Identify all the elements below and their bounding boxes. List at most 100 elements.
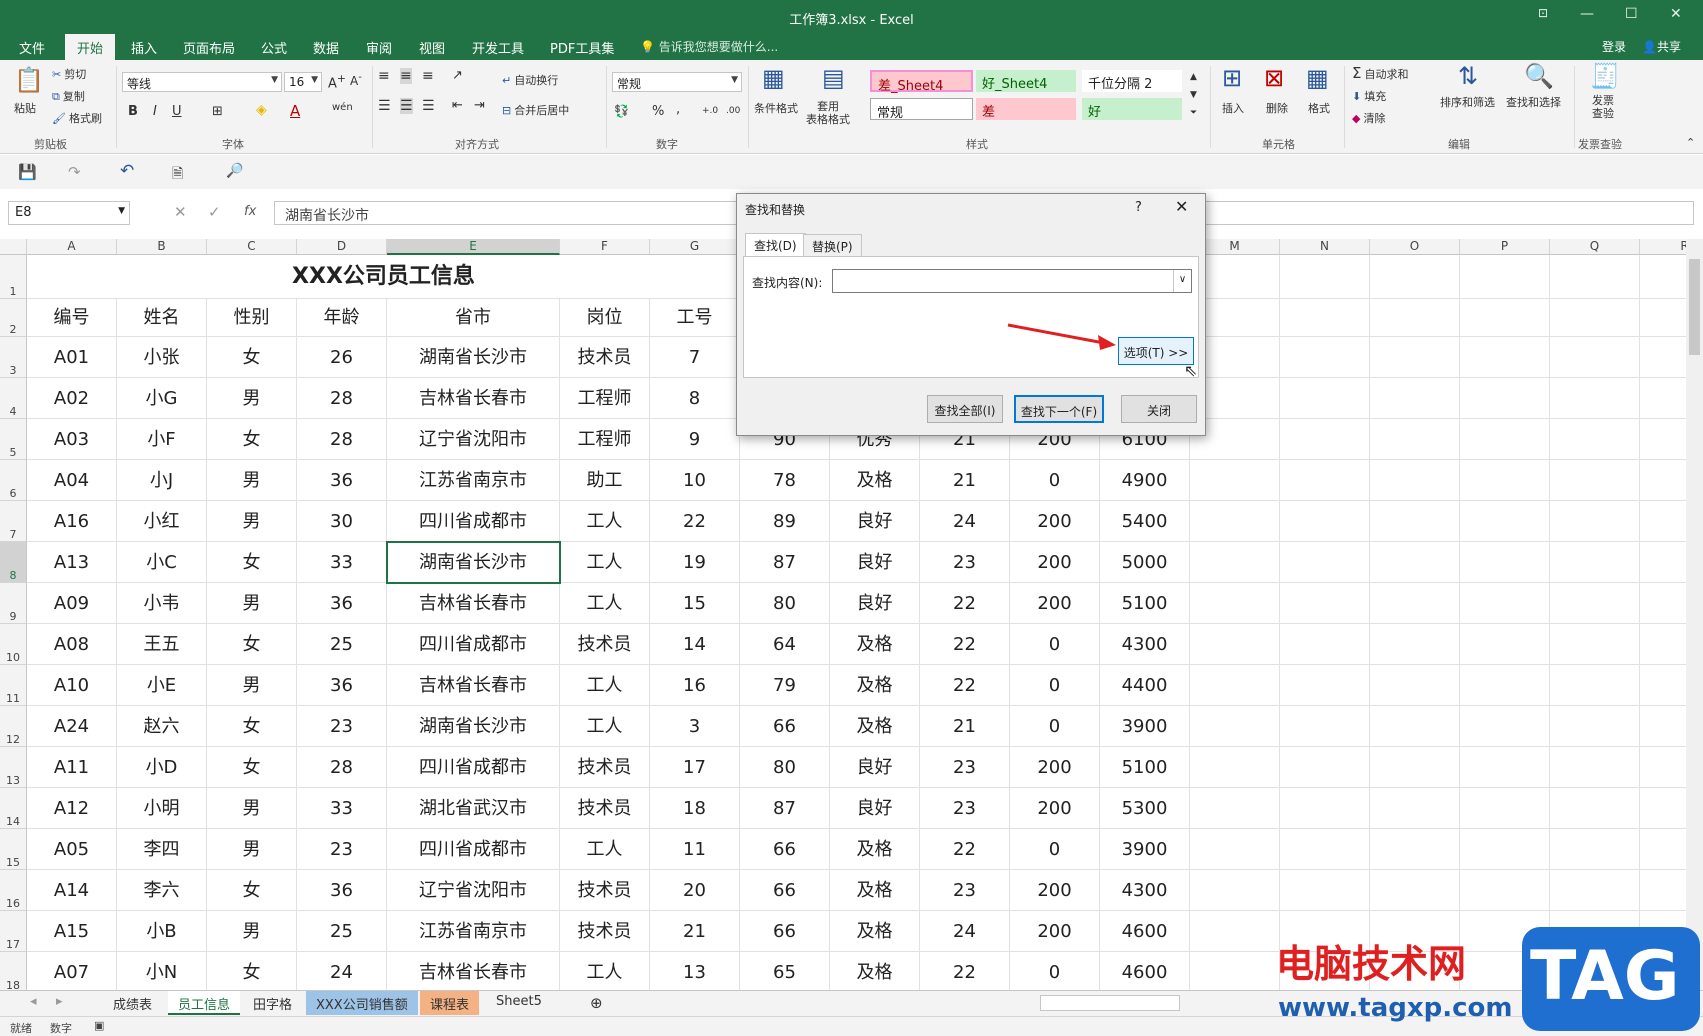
table-cell[interactable]: 24 — [920, 911, 1010, 952]
table-cell[interactable]: 200 — [1010, 501, 1100, 542]
align-top-icon[interactable]: ≡ — [378, 68, 390, 84]
table-cell[interactable]: 湖南省长沙市 — [387, 542, 560, 583]
tab-view[interactable]: 视图 — [419, 38, 445, 57]
table-cell[interactable]: 吉林省长春市 — [387, 665, 560, 706]
table-cell[interactable]: 22 — [920, 624, 1010, 665]
column-header[interactable]: P — [1460, 239, 1550, 255]
styles-scroll-icon[interactable]: ▲ ▼ ⏷ — [1190, 68, 1197, 122]
table-cell[interactable]: 工人 — [560, 501, 650, 542]
table-cell[interactable] — [1190, 788, 1280, 829]
table-cell[interactable] — [1280, 870, 1370, 911]
table-cell[interactable]: A09 — [27, 583, 117, 624]
undo-icon[interactable]: ↶ — [120, 161, 134, 181]
vertical-scrollbar[interactable] — [1686, 239, 1703, 990]
table-cell[interactable]: 及格 — [830, 706, 920, 747]
insert-cells-icon[interactable]: ⊞ — [1222, 64, 1242, 92]
table-cell[interactable]: 13 — [650, 952, 740, 990]
scrollbar-thumb[interactable] — [1689, 259, 1700, 355]
select-all-corner[interactable] — [0, 239, 27, 255]
table-cell[interactable]: 4300 — [1100, 624, 1190, 665]
column-header[interactable]: C — [207, 239, 297, 255]
conditional-format-icon[interactable]: ▦ — [762, 64, 785, 92]
row-header[interactable]: 6 — [0, 460, 27, 501]
table-cell[interactable]: 65 — [740, 952, 830, 990]
tab-home[interactable]: 开始 — [65, 34, 116, 60]
table-cell[interactable]: 25 — [297, 624, 387, 665]
row-header[interactable]: 4 — [0, 378, 27, 419]
format-cells-icon[interactable]: ▦ — [1306, 64, 1329, 92]
table-cell[interactable]: 男 — [207, 501, 297, 542]
table-cell[interactable]: 78 — [740, 460, 830, 501]
table-cell[interactable]: 工人 — [560, 542, 650, 583]
table-cell[interactable]: A01 — [27, 337, 117, 378]
table-header-cell[interactable]: 省市 — [387, 299, 560, 337]
row-header[interactable]: 14 — [0, 788, 27, 829]
increase-indent-icon[interactable]: ⇥ — [474, 98, 485, 113]
table-cell[interactable] — [1460, 829, 1550, 870]
table-cell[interactable]: 江苏省南京市 — [387, 460, 560, 501]
table-cell[interactable]: 男 — [207, 583, 297, 624]
table-cell[interactable]: 技术员 — [560, 911, 650, 952]
table-cell[interactable] — [1190, 542, 1280, 583]
row-header[interactable]: 16 — [0, 870, 27, 911]
column-header[interactable]: O — [1370, 239, 1460, 255]
table-cell[interactable] — [1370, 255, 1460, 299]
table-cell[interactable]: 8 — [650, 378, 740, 419]
horizontal-scrollbar[interactable] — [1040, 995, 1180, 1011]
quick-print-icon[interactable]: 🔎 — [226, 163, 243, 179]
table-cell[interactable]: 江苏省南京市 — [387, 911, 560, 952]
enter-icon[interactable]: ✓ — [208, 203, 221, 221]
table-cell[interactable] — [1460, 542, 1550, 583]
currency-icon[interactable]: 💱 — [614, 104, 629, 118]
table-cell[interactable]: 66 — [740, 911, 830, 952]
table-cell[interactable] — [1460, 624, 1550, 665]
row-header[interactable]: 10 — [0, 624, 27, 665]
table-cell[interactable]: 湖南省长沙市 — [387, 337, 560, 378]
table-cell[interactable] — [1550, 706, 1640, 747]
table-cell[interactable] — [1370, 706, 1460, 747]
table-cell[interactable] — [1550, 870, 1640, 911]
table-cell[interactable]: 王五 — [117, 624, 207, 665]
table-cell[interactable] — [1190, 624, 1280, 665]
table-cell[interactable]: 四川省成都市 — [387, 624, 560, 665]
table-cell[interactable]: 男 — [207, 378, 297, 419]
table-cell[interactable]: 及格 — [830, 665, 920, 706]
autosum-button[interactable]: Σ 自动求和 — [1352, 64, 1408, 82]
table-cell[interactable]: 及格 — [830, 911, 920, 952]
table-cell[interactable]: 女 — [207, 419, 297, 460]
table-cell[interactable] — [1190, 952, 1280, 990]
table-cell[interactable]: 工人 — [560, 829, 650, 870]
table-cell[interactable]: 18 — [650, 788, 740, 829]
table-cell[interactable]: 小F — [117, 419, 207, 460]
table-cell[interactable]: 工程师 — [560, 378, 650, 419]
table-cell[interactable]: 小B — [117, 911, 207, 952]
table-cell[interactable]: 28 — [297, 419, 387, 460]
table-cell[interactable]: 及格 — [830, 829, 920, 870]
table-cell[interactable]: A10 — [27, 665, 117, 706]
border-icon[interactable]: ⊞ — [212, 104, 223, 119]
name-box[interactable]: E8 ▼ — [8, 201, 130, 225]
row-header[interactable]: 13 — [0, 747, 27, 788]
table-cell[interactable]: 良好 — [830, 542, 920, 583]
table-cell[interactable]: 小韦 — [117, 583, 207, 624]
table-cell[interactable]: A16 — [27, 501, 117, 542]
sheet-title[interactable]: XXX公司员工信息 — [27, 255, 740, 299]
share-button[interactable]: 👤共享 — [1642, 38, 1681, 55]
table-cell[interactable]: 200 — [1010, 583, 1100, 624]
table-cell[interactable]: 36 — [297, 583, 387, 624]
copy-button[interactable]: ⧉ 复制 — [52, 88, 85, 104]
table-cell[interactable] — [1190, 706, 1280, 747]
table-cell[interactable] — [1550, 583, 1640, 624]
table-cell[interactable]: 28 — [297, 747, 387, 788]
table-cell[interactable] — [1460, 706, 1550, 747]
table-header-cell[interactable] — [1550, 299, 1640, 337]
table-cell[interactable]: 23 — [920, 542, 1010, 583]
table-cell[interactable]: 吉林省长春市 — [387, 952, 560, 990]
table-header-cell[interactable]: 性别 — [207, 299, 297, 337]
table-cell[interactable]: 200 — [1010, 542, 1100, 583]
tab-find[interactable]: 查找(D) — [745, 233, 806, 257]
minimize-icon[interactable]: — — [1580, 6, 1594, 22]
table-cell[interactable]: 30 — [297, 501, 387, 542]
table-cell[interactable] — [1460, 870, 1550, 911]
table-cell[interactable]: 男 — [207, 911, 297, 952]
